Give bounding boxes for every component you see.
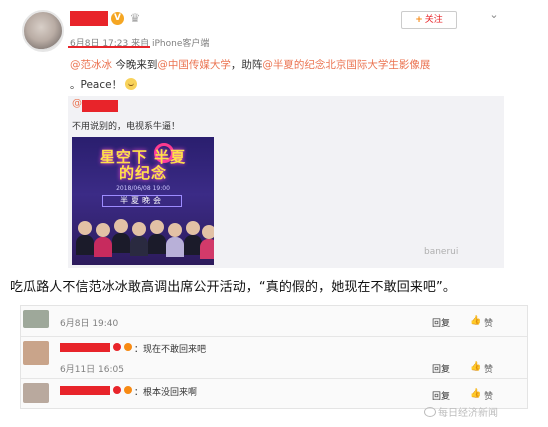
chevron-down-icon[interactable]: ⌄	[488, 9, 500, 21]
poster-band: 半夏晚会	[102, 195, 182, 207]
fan-badge-icon	[124, 386, 132, 394]
timestamp-highlight-underline	[68, 46, 150, 48]
repost-text: 不用说别的，电视系牛逼！	[72, 122, 181, 132]
fan-badge-icon	[124, 343, 132, 351]
comment-time: 6月11日 16:05	[60, 365, 124, 375]
crown-icon: ♛	[129, 11, 141, 25]
publisher-name: 每日经济新闻	[438, 408, 498, 419]
post-text-part: ，助阵	[230, 59, 263, 71]
reply-button[interactable]: 回复	[432, 316, 450, 329]
commenter-name-redacted[interactable]	[60, 386, 110, 395]
follow-button[interactable]: + 关注	[401, 11, 457, 29]
comment-divider	[21, 336, 527, 337]
post-text-part: 。Peace！	[70, 79, 123, 91]
repost-at-sign: @	[72, 98, 82, 109]
poster-crowd	[72, 219, 214, 265]
repost-author-redacted[interactable]	[82, 100, 118, 112]
like-label[interactable]: 赞	[484, 316, 493, 329]
vip-badge-icon: V	[111, 12, 124, 25]
plus-icon: +	[415, 15, 423, 25]
comment-text: ：根本没回来啊	[134, 388, 198, 398]
publisher-watermark: 每日经济新闻	[424, 404, 498, 419]
poster-subtitle: 2018/06/08 19:00	[116, 185, 170, 192]
follow-label: 关注	[424, 15, 443, 25]
user-avatar[interactable]	[22, 10, 64, 52]
weibo-logo-icon	[424, 407, 436, 417]
poster-title: 星空下 半夏的纪念	[99, 148, 187, 182]
username-redacted[interactable]	[70, 11, 108, 26]
article-caption: 吃瓜路人不信范冰冰敢高调出席公开活动，“真的假的，她现在不敢回来吧”。	[10, 280, 456, 295]
comment-avatar[interactable]	[23, 310, 49, 328]
thumbs-up-icon[interactable]: 👍	[470, 389, 481, 399]
event-poster-image[interactable]: 星空下 半夏的纪念 2018/06/08 19:00 半夏晚会	[72, 137, 214, 265]
post-text: @范冰冰 今晚来到@中国传媒大学，助阵@半夏的纪念北京国际大学生影像展。Peac…	[70, 55, 500, 95]
reply-button[interactable]: 回复	[432, 362, 450, 375]
commenter-name-redacted[interactable]	[60, 343, 110, 352]
like-label[interactable]: 赞	[484, 389, 493, 402]
level-badge-icon	[113, 343, 121, 351]
comment-avatar[interactable]	[23, 341, 49, 365]
post-text-part: 今晚来到	[112, 59, 158, 71]
thumbs-up-icon[interactable]: 👍	[470, 316, 481, 326]
mention-link[interactable]: @半夏的纪念北京国际大学生影像展	[262, 59, 430, 71]
mention-link[interactable]: @中国传媒大学	[157, 59, 231, 71]
mention-link[interactable]: @范冰冰	[70, 59, 112, 71]
like-label[interactable]: 赞	[484, 362, 493, 375]
comment-text: ：现在不敢回来吧	[134, 345, 207, 355]
level-badge-icon	[113, 386, 121, 394]
comment-avatar[interactable]	[23, 383, 49, 403]
image-watermark: banerui	[424, 247, 459, 257]
comment-time: 6月8日 19:40	[60, 319, 119, 329]
reply-button[interactable]: 回复	[432, 389, 450, 402]
thumbs-up-icon[interactable]: 👍	[470, 362, 481, 372]
comment-divider	[21, 378, 527, 379]
smile-emoji-icon	[125, 78, 138, 90]
